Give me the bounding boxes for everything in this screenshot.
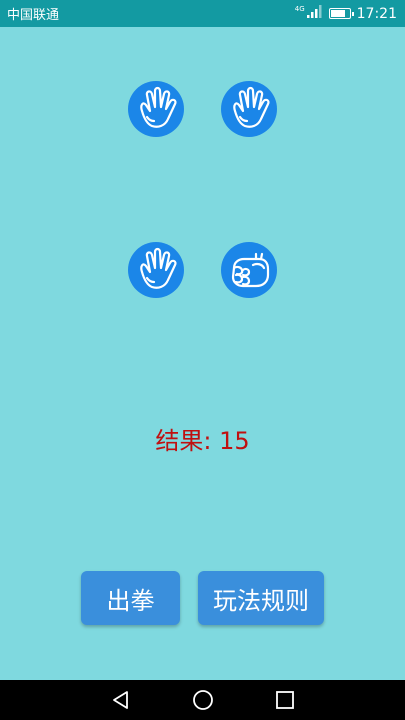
fist-icon	[221, 242, 277, 298]
status-bar: 中国联通 4G 17:21	[0, 0, 405, 27]
open-hand-icon	[128, 242, 184, 298]
clock-time: 17:21	[356, 5, 397, 22]
opponent-hand-2	[221, 242, 277, 298]
open-hand-icon	[221, 81, 277, 137]
signal-icon	[306, 5, 323, 22]
back-triangle-icon[interactable]	[111, 690, 131, 710]
game-screen: 结果: 15 出拳 玩法规则	[0, 27, 405, 680]
play-button[interactable]: 出拳	[81, 571, 180, 625]
status-icons: 4G 17:21	[295, 5, 397, 22]
network-type-label: 4G	[294, 4, 305, 13]
opponent-hand-1	[128, 242, 184, 298]
recents-square-icon[interactable]	[275, 690, 295, 710]
open-hand-icon	[128, 81, 184, 137]
player-hand-2	[221, 81, 277, 137]
carrier-name: 中国联通	[7, 8, 60, 23]
navigation-bar	[0, 680, 405, 720]
battery-icon	[328, 8, 354, 19]
result-text: 结果: 15	[155, 427, 250, 455]
home-circle-icon[interactable]	[192, 689, 214, 711]
player-hand-1	[128, 81, 184, 137]
rules-button[interactable]: 玩法规则	[198, 571, 324, 625]
